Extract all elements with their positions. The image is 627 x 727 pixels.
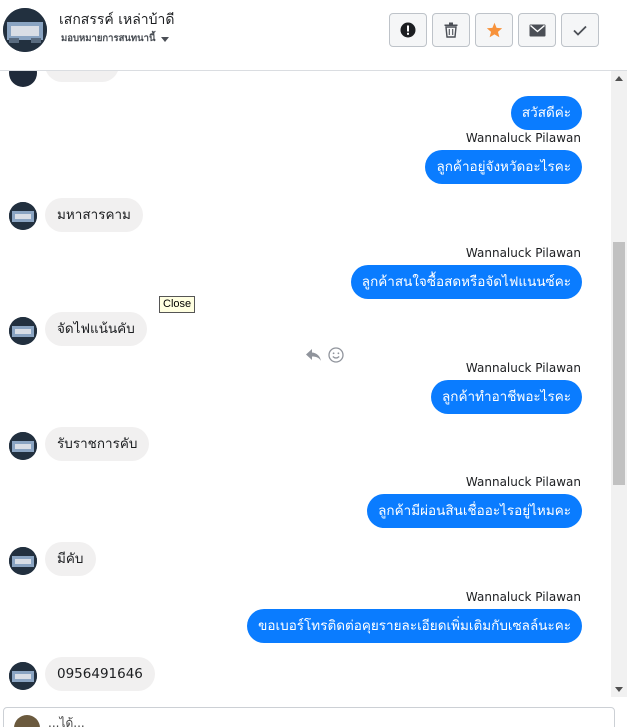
scroll-down-arrow-icon[interactable] [615, 687, 623, 692]
thread-scrollbar[interactable] [611, 71, 627, 697]
done-button[interactable] [561, 13, 599, 47]
sender-name: Wannaluck Pilawan [465, 131, 581, 145]
outgoing-message[interactable]: ขอเบอร์โทรติดต่อคุยรายละเอียดเพิ่มเติมกั… [247, 609, 582, 643]
incoming-message[interactable]: 0956491646 [45, 657, 155, 691]
report-button[interactable] [389, 13, 427, 47]
page-avatar [14, 715, 40, 727]
outgoing-message[interactable]: ลูกค้าอยู่จังหวัดอะไรคะ [425, 150, 582, 184]
contact-name[interactable]: เสกสรรค์ เหล่าบ้าดี [59, 9, 175, 31]
composer-text: ...ได้... [48, 716, 85, 727]
trash-icon [444, 22, 458, 38]
delete-button[interactable] [432, 13, 470, 47]
scrollbar-thumb[interactable] [613, 242, 625, 485]
emoji-icon[interactable] [328, 347, 344, 363]
contact-avatar-small [9, 662, 37, 690]
contact-avatar-small [9, 202, 37, 230]
incoming-message[interactable]: จัดไฟแน้นคับ [45, 312, 147, 346]
sender-name: Wannaluck Pilawan [465, 475, 581, 489]
message-thread[interactable]: สวัสดีค่ะ Wannaluck Pilawan ลูกค้าอยู่จั… [0, 71, 611, 697]
assign-conversation-label: มอบหมายการสนทนานี้ [61, 33, 156, 44]
conversation-actions [389, 13, 599, 47]
close-tooltip: Close [159, 296, 196, 313]
check-icon [573, 25, 587, 36]
exclamation-icon [400, 22, 416, 38]
contact-avatar-small [9, 432, 37, 460]
star-icon [486, 22, 502, 38]
assign-conversation-dropdown[interactable]: มอบหมายการสนทนานี้ [61, 31, 169, 46]
incoming-message[interactable]: มหาสารคาม [45, 198, 143, 232]
conversation-header: เสกสรรค์ เหล่าบ้าดี มอบหมายการสนทนานี้ [0, 0, 627, 71]
sender-name: Wannaluck Pilawan [465, 590, 581, 604]
contact-avatar[interactable] [3, 8, 47, 52]
outgoing-message[interactable]: สวัสดีค่ะ [510, 96, 582, 130]
contact-avatar-small [9, 71, 37, 87]
message-composer[interactable]: ...ได้... [3, 707, 615, 727]
contact-avatar-small [9, 547, 37, 575]
scroll-up-arrow-icon[interactable] [615, 76, 623, 81]
star-button[interactable] [475, 13, 513, 47]
incoming-message[interactable] [45, 71, 119, 82]
outgoing-message[interactable]: ลูกค้ามีผ่อนสินเชื่ออะไรอยู่ไหมคะ [367, 494, 582, 528]
caret-down-icon [160, 36, 169, 42]
envelope-icon [529, 24, 545, 36]
outgoing-message[interactable]: ลูกค้าทำอาชีพอะไรคะ [431, 380, 582, 414]
contact-avatar-small [9, 317, 37, 345]
sender-name: Wannaluck Pilawan [465, 361, 581, 375]
mail-button[interactable] [518, 13, 556, 47]
incoming-message[interactable]: มีคับ [45, 542, 96, 576]
incoming-message[interactable]: รับราชการคับ [45, 427, 150, 461]
reply-icon[interactable] [305, 348, 322, 362]
outgoing-message[interactable]: ลูกค้าสนใจซื้อสดหรือจัดไฟแนนซ์คะ [350, 265, 582, 299]
message-hover-actions [305, 347, 344, 363]
sender-name: Wannaluck Pilawan [465, 246, 581, 260]
